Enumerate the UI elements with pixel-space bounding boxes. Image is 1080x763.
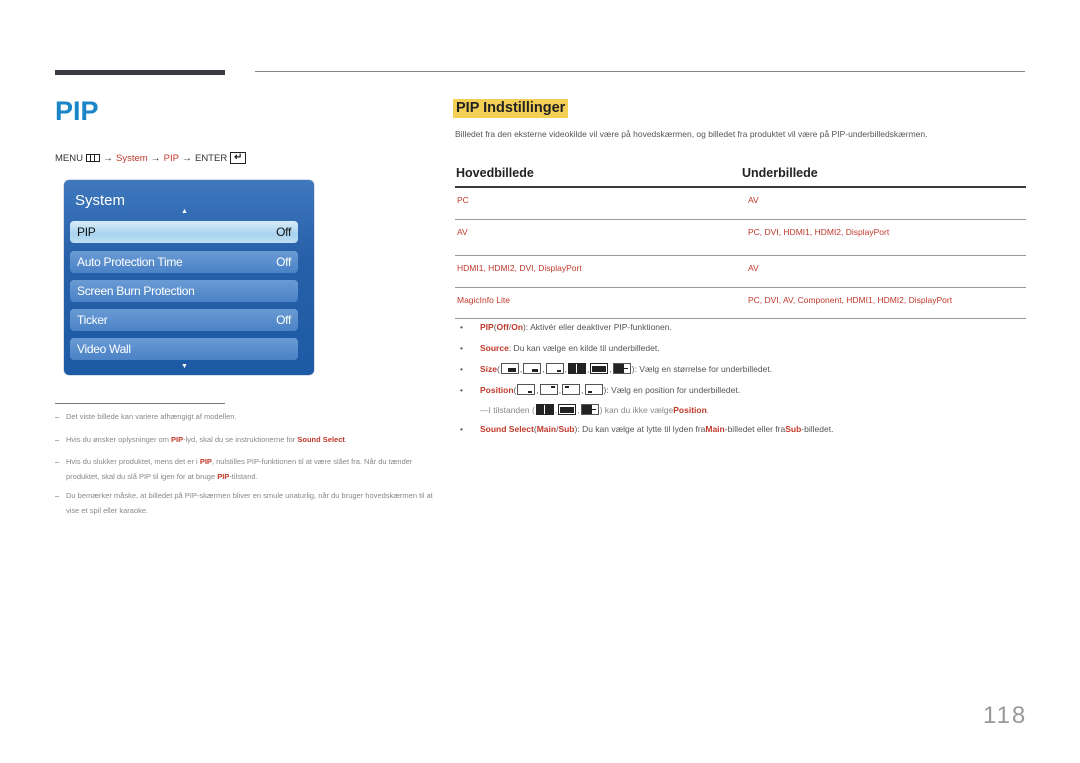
osd-item-value: Off: [276, 313, 291, 327]
column-header: Underbillede: [742, 166, 818, 180]
enter-icon: ↵: [230, 152, 247, 164]
page-number: 118: [983, 702, 1028, 729]
size-small-icon: [545, 363, 564, 374]
osd-item-pip[interactable]: PIP Off: [70, 221, 298, 243]
list-item-pip: • PIP (Off / On): Aktivér eller deaktive…: [460, 322, 672, 332]
osd-item-auto-protection-time[interactable]: Auto Protection Time Off: [70, 251, 298, 273]
osd-title: System: [75, 192, 126, 209]
osd-item-label: Screen Burn Protection: [77, 284, 195, 298]
position-bottom-right-icon: [517, 384, 536, 395]
note-text: Du bemærker måske, at billedet på PIP-sk…: [66, 491, 433, 515]
source-table: Hovedbillede Underbillede PC AV AV PC, D…: [455, 160, 1026, 319]
enter-label: ENTER: [194, 152, 228, 164]
notes-divider: [55, 403, 225, 404]
table-row: PC AV: [455, 188, 1026, 220]
note: – Hvis du ønsker oplysninger om PIP-lyd,…: [55, 432, 435, 447]
section-intro: Billedet fra den eksterne videokilde vil…: [455, 129, 928, 139]
osd-item-label: Ticker: [77, 313, 108, 327]
note-text: Hvis du ønsker oplysninger om PIP-lyd, s…: [66, 435, 347, 444]
arrow-icon: →: [181, 152, 192, 164]
menu-path-system: System: [115, 152, 148, 164]
osd-system-menu: System ▲ PIP Off Auto Protection Time Of…: [64, 180, 314, 375]
list-item-position: • Position ( , , , ): Vælg en position f…: [460, 384, 741, 395]
table-row: AV PC, DVI, HDMI1, HDMI2, DisplayPort: [455, 220, 1026, 256]
osd-item-label: PIP: [77, 225, 96, 239]
menu-path-pip: PIP: [163, 152, 179, 164]
osd-item-ticker[interactable]: Ticker Off: [70, 309, 298, 331]
size-side-by-side-small-icon: [590, 363, 609, 374]
header-rule-thick: [55, 70, 225, 75]
position-subnote: — I tilstanden ( , , ) kan du ikke vælge…: [480, 404, 710, 415]
menu-path: MENU → System → PIP → ENTER ↵: [55, 152, 247, 164]
table-header: Hovedbillede Underbillede: [455, 160, 1026, 188]
osd-item-value: Off: [276, 255, 291, 269]
note: – Hvis du slukker produktet, mens det er…: [55, 454, 435, 484]
list-item-sound-select: • Sound Select (Main / Sub): Du kan vælg…: [460, 424, 834, 434]
scroll-down-icon[interactable]: ▼: [181, 363, 188, 370]
note: – Du bemærker måske, at billedet på PIP-…: [55, 488, 435, 518]
note: – Det viste billede kan variere afhængig…: [55, 409, 435, 424]
osd-item-video-wall[interactable]: Video Wall: [70, 338, 298, 360]
osd-item-value: Off: [276, 225, 291, 239]
size-side-by-side-small-icon: [558, 404, 577, 415]
arrow-icon: →: [102, 152, 113, 164]
header-rule-thin: [255, 71, 1025, 72]
note-text: Det viste billede kan variere afhængigt …: [66, 412, 237, 421]
size-side-by-side-icon: [535, 404, 554, 415]
list-item-source: • Source: Du kan vælge en kilde til unde…: [460, 343, 660, 353]
section-title: PIP Indstillinger: [453, 99, 569, 118]
arrow-icon: →: [150, 152, 161, 164]
size-side-by-side-icon: [567, 363, 586, 374]
page-title: PIP: [55, 96, 99, 126]
scroll-up-icon[interactable]: ▲: [181, 208, 188, 215]
menu-label: MENU: [55, 152, 83, 164]
osd-item-screen-burn-protection[interactable]: Screen Burn Protection: [70, 280, 298, 302]
list-item-size: • Size ( , , , , , ): Vælg en størrelse …: [460, 363, 773, 374]
position-bottom-left-icon: [584, 384, 603, 395]
size-medium-icon: [523, 363, 542, 374]
position-top-right-icon: [539, 384, 558, 395]
menu-icon: [85, 154, 100, 162]
table-row: HDMI1, HDMI2, DVI, DisplayPort AV: [455, 256, 1026, 288]
osd-item-label: Video Wall: [77, 342, 131, 356]
osd-item-label: Auto Protection Time: [77, 255, 183, 269]
size-large-icon: [500, 363, 519, 374]
position-top-left-icon: [562, 384, 581, 395]
table-row: MagicInfo Lite PC, DVI, AV, Component, H…: [455, 288, 1026, 319]
size-split-icon: [580, 404, 599, 415]
note-text: Hvis du slukker produktet, mens det er i…: [66, 457, 413, 481]
size-split-icon: [612, 363, 631, 374]
column-header: Hovedbillede: [456, 166, 534, 180]
